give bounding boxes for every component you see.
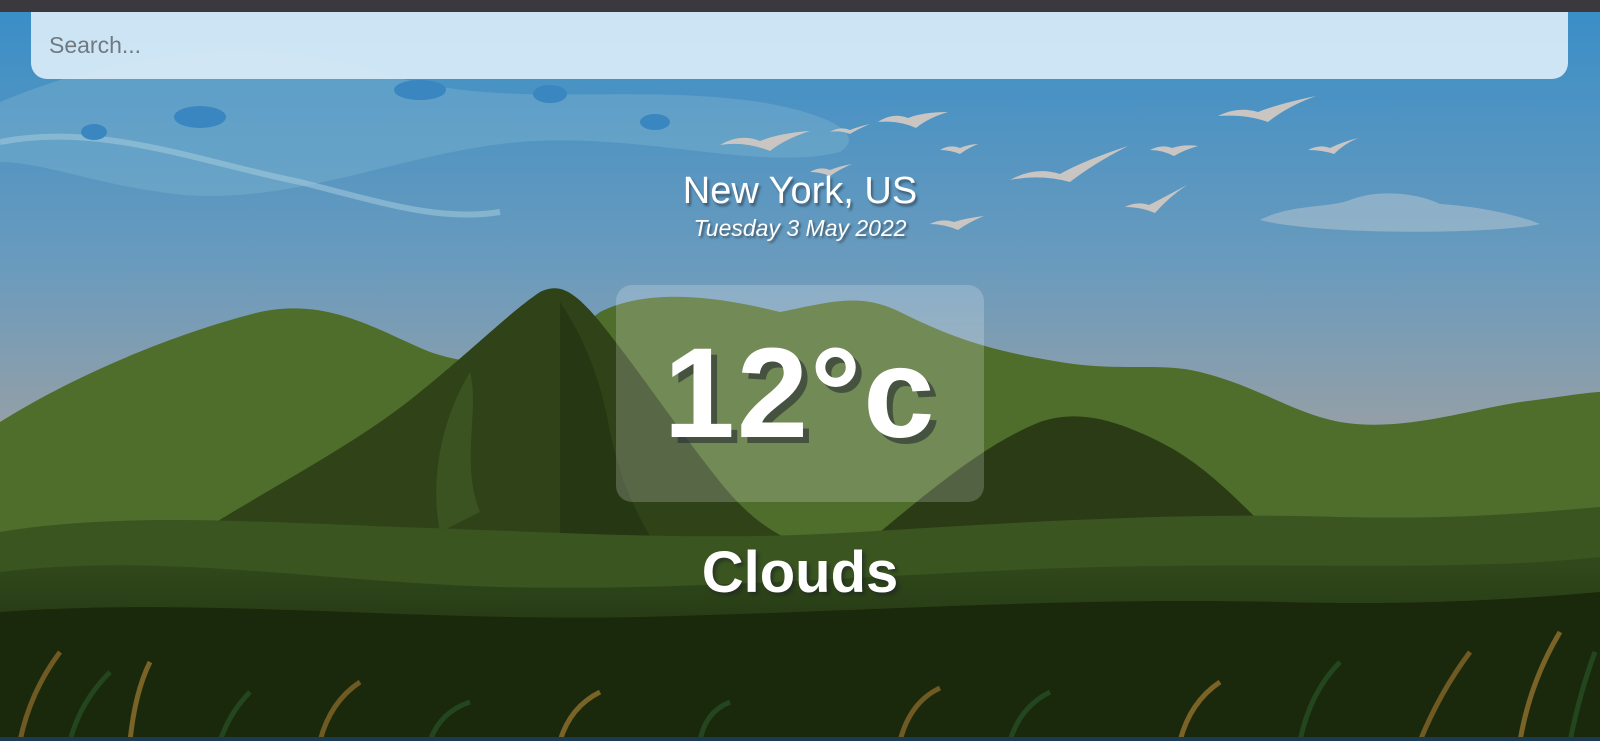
weather-condition: Clouds — [701, 540, 899, 605]
temperature-card: 12°c — [616, 285, 984, 502]
location-box: New York, US Tuesday 3 May 2022 — [0, 168, 1600, 242]
search-input[interactable] — [31, 12, 1568, 79]
temperature-value: 12°c — [663, 321, 937, 465]
location-name: New York, US — [682, 170, 918, 212]
bottom-edge — [0, 737, 1600, 741]
current-date: Tuesday 3 May 2022 — [693, 215, 907, 241]
browser-top-bar — [0, 0, 1600, 12]
weather-app: New York, US Tuesday 3 May 2022 12°c Clo… — [0, 0, 1600, 741]
